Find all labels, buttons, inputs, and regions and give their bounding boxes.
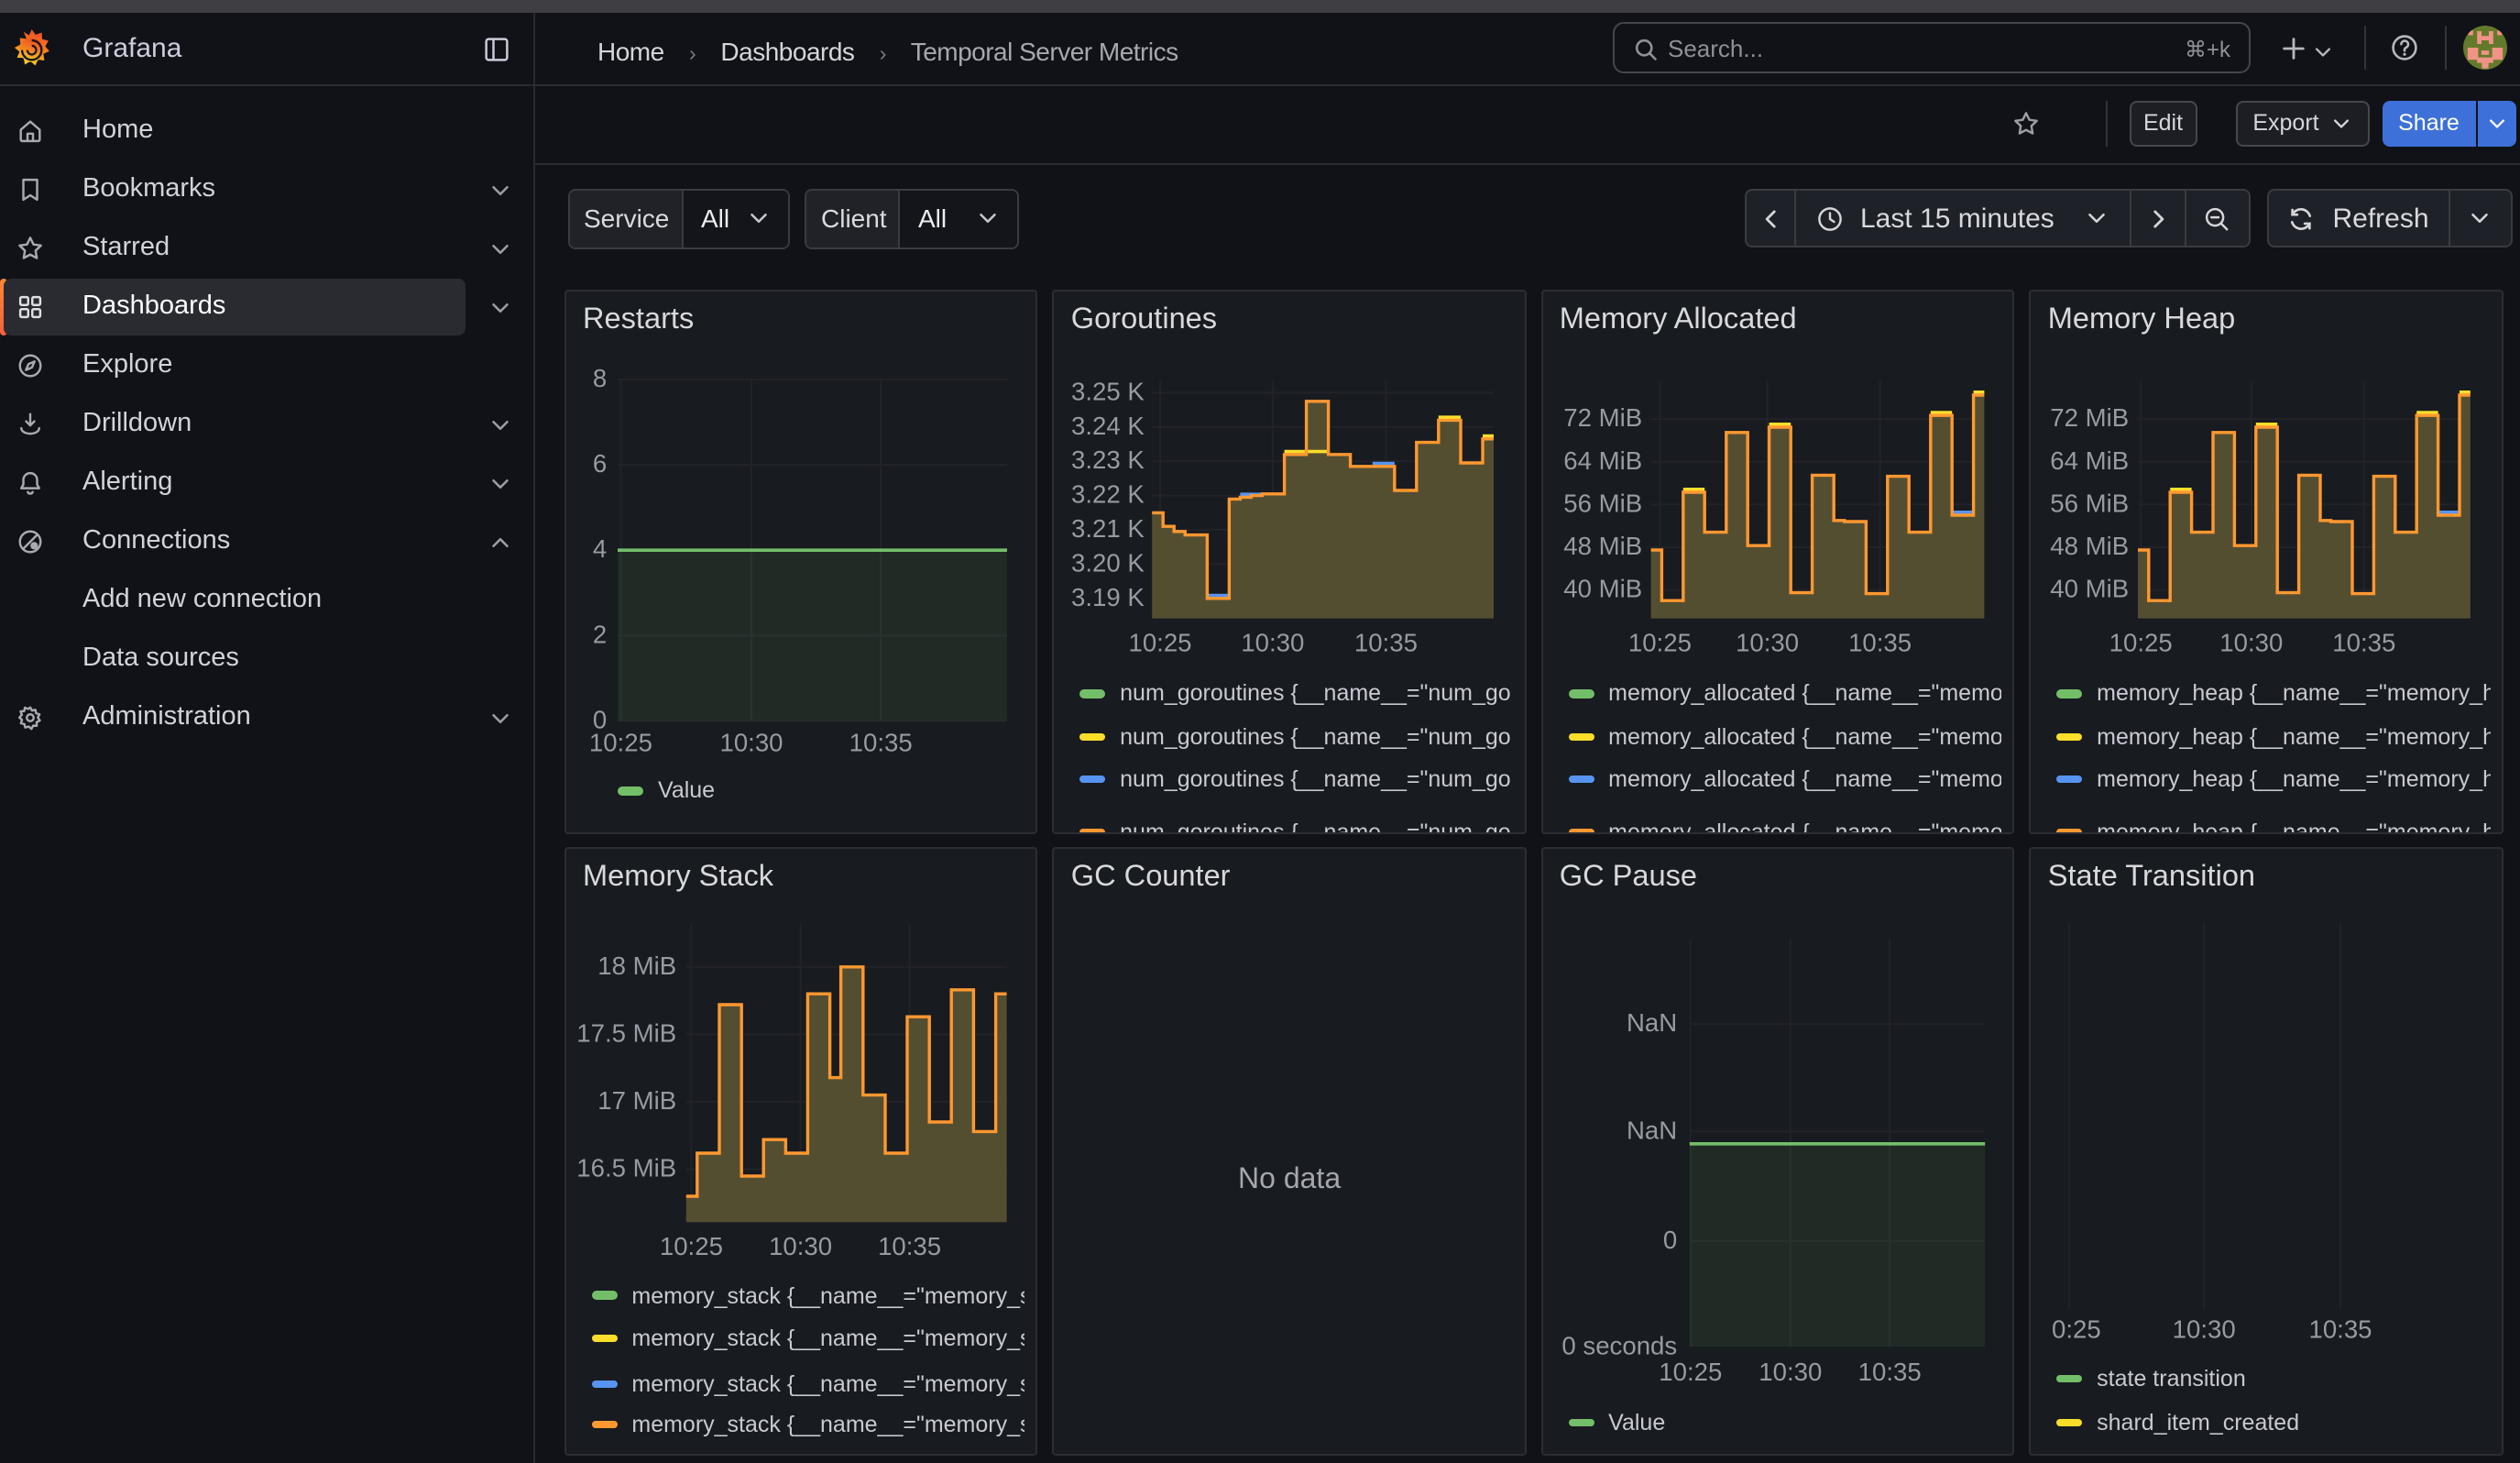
- svg-text:10:30: 10:30: [1736, 629, 1799, 657]
- svg-text:10:30: 10:30: [1242, 629, 1305, 657]
- svg-text:56 MiB: 56 MiB: [1563, 490, 1642, 518]
- svg-text:17.5 MiB: 17.5 MiB: [576, 1018, 676, 1047]
- svg-text:10:25: 10:25: [1129, 629, 1192, 657]
- svg-text:16.5 MiB: 16.5 MiB: [576, 1153, 676, 1182]
- svg-text:48 MiB: 48 MiB: [2051, 533, 2130, 561]
- svg-text:2: 2: [593, 621, 607, 649]
- svg-text:10:35: 10:35: [1848, 629, 1912, 657]
- svg-text:10:30: 10:30: [769, 1232, 832, 1260]
- svg-text:3.19 K: 3.19 K: [1072, 583, 1145, 611]
- svg-text:10:30: 10:30: [719, 729, 783, 757]
- svg-text:17 MiB: 17 MiB: [597, 1086, 676, 1115]
- svg-text:48 MiB: 48 MiB: [1563, 533, 1642, 561]
- svg-text:10:25: 10:25: [2038, 1314, 2101, 1343]
- svg-text:72 MiB: 72 MiB: [2051, 404, 2130, 433]
- svg-text:10:35: 10:35: [2333, 629, 2396, 657]
- svg-text:10:35: 10:35: [849, 729, 913, 757]
- svg-text:64 MiB: 64 MiB: [1563, 446, 1642, 475]
- svg-text:8: 8: [593, 365, 607, 393]
- svg-text:3.24 K: 3.24 K: [1072, 412, 1145, 440]
- svg-text:56 MiB: 56 MiB: [2051, 490, 2130, 518]
- svg-text:10:35: 10:35: [2309, 1314, 2372, 1343]
- svg-text:18 MiB: 18 MiB: [597, 952, 676, 980]
- svg-text:10:35: 10:35: [878, 1232, 941, 1260]
- svg-text:10:35: 10:35: [1355, 629, 1419, 657]
- svg-text:40 MiB: 40 MiB: [2051, 575, 2130, 603]
- svg-text:10:25: 10:25: [1659, 1358, 1722, 1386]
- svg-text:10:30: 10:30: [2173, 1314, 2236, 1343]
- svg-text:10:30: 10:30: [2220, 629, 2284, 657]
- svg-text:10:35: 10:35: [1857, 1358, 1921, 1386]
- svg-text:3.25 K: 3.25 K: [1072, 378, 1145, 406]
- svg-text:10:25: 10:25: [1628, 629, 1692, 657]
- svg-text:4: 4: [593, 535, 607, 564]
- svg-text:0 seconds: 0 seconds: [1561, 1331, 1677, 1359]
- svg-text:3.20 K: 3.20 K: [1072, 549, 1145, 578]
- svg-text:NaN: NaN: [1627, 1008, 1677, 1037]
- svg-text:3.21 K: 3.21 K: [1072, 515, 1145, 544]
- svg-text:10:30: 10:30: [1759, 1358, 1822, 1386]
- svg-text:0: 0: [1663, 1226, 1677, 1254]
- svg-text:40 MiB: 40 MiB: [1563, 575, 1642, 603]
- svg-text:6: 6: [593, 450, 607, 478]
- svg-text:10:25: 10:25: [660, 1232, 723, 1260]
- svg-text:3.22 K: 3.22 K: [1072, 480, 1145, 509]
- svg-text:64 MiB: 64 MiB: [2051, 446, 2130, 475]
- svg-text:10:25: 10:25: [2109, 629, 2173, 657]
- svg-text:3.23 K: 3.23 K: [1072, 446, 1145, 475]
- svg-text:10:25: 10:25: [589, 729, 652, 757]
- svg-text:72 MiB: 72 MiB: [1563, 404, 1642, 433]
- svg-text:NaN: NaN: [1627, 1116, 1677, 1144]
